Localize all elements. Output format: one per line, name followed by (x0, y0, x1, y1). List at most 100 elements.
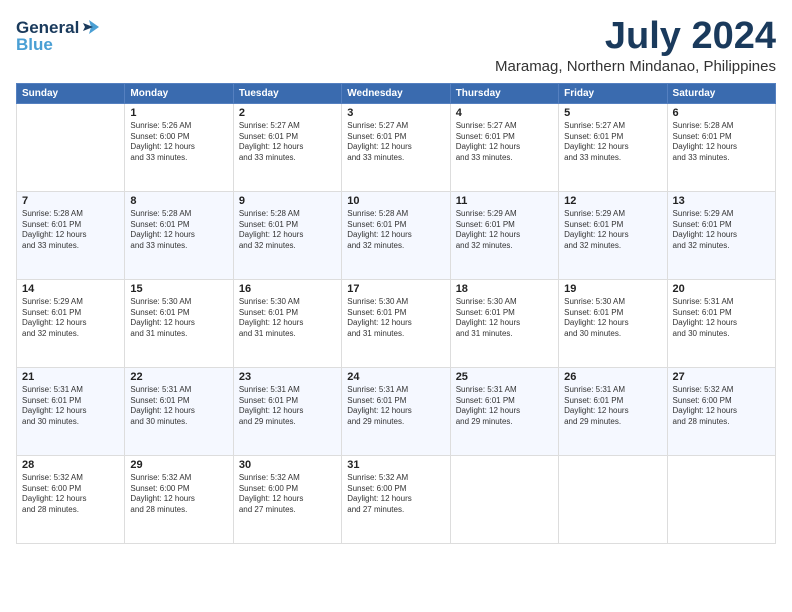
day-info: Sunrise: 5:29 AM Sunset: 6:01 PM Dayligh… (564, 209, 661, 252)
day-number: 28 (22, 459, 119, 471)
calendar-cell (17, 103, 125, 191)
day-number: 5 (564, 107, 661, 119)
calendar-cell: 1Sunrise: 5:26 AM Sunset: 6:00 PM Daylig… (125, 103, 233, 191)
day-number: 24 (347, 371, 444, 383)
day-info: Sunrise: 5:32 AM Sunset: 6:00 PM Dayligh… (239, 473, 336, 516)
location-title: Maramag, Northern Mindanao, Philippines (495, 58, 776, 75)
calendar-cell: 3 Sunrise: 5:27 AM Sunset: 6:01 PM Daylig… (342, 103, 450, 191)
calendar-cell: 17 Sunrise: 5:30 AM Sunset: 6:01 PM Dayli… (342, 279, 450, 367)
day-number: 17 (347, 283, 444, 295)
day-info: Sunrise: 5:27 AM Sunset: 6:01 PM Dayligh… (456, 121, 553, 164)
calendar-cell: 11 Sunrise: 5:29 AM Sunset: 6:01 PM Dayli… (450, 191, 558, 279)
calendar-cell: 10Sunrise: 5:28 AM Sunset: 6:01 PM Dayli… (342, 191, 450, 279)
logo-bird-icon (81, 16, 103, 38)
week-row-1: 1Sunrise: 5:26 AM Sunset: 6:00 PM Daylig… (17, 103, 776, 191)
day-number: 30 (239, 459, 336, 471)
day-info: Sunrise: 5:27 AM Sunset: 6:01 PM Dayligh… (239, 121, 336, 164)
day-info: Sunrise: 5:28 AM Sunset: 6:01 PM Dayligh… (673, 121, 770, 164)
day-info: Sunrise: 5:32 AM Sunset: 6:00 PM Dayligh… (130, 473, 227, 516)
calendar-cell: 31 Sunrise: 5:32 AM Sunset: 6:00 PM Dayli… (342, 455, 450, 543)
day-info: Sunrise: 5:31 AM Sunset: 6:01 PM Dayligh… (347, 385, 444, 428)
day-number: 6 (673, 107, 770, 119)
day-number: 7 (22, 195, 119, 207)
day-number: 31 (347, 459, 444, 471)
calendar-cell: 20Sunrise: 5:31 AM Sunset: 6:01 PM Dayli… (667, 279, 775, 367)
calendar-header-row: SundayMondayTuesdayWednesdayThursdayFrid… (17, 83, 776, 103)
week-row-3: 14Sunrise: 5:29 AM Sunset: 6:01 PM Dayli… (17, 279, 776, 367)
month-title: July 2024 (495, 16, 776, 58)
logo-blue: Blue (16, 36, 53, 53)
calendar-cell: 25 Sunrise: 5:31 AM Sunset: 6:01 PM Dayli… (450, 367, 558, 455)
day-info: Sunrise: 5:30 AM Sunset: 6:01 PM Dayligh… (130, 297, 227, 340)
col-header-friday: Friday (559, 83, 667, 103)
day-info: Sunrise: 5:31 AM Sunset: 6:01 PM Dayligh… (22, 385, 119, 428)
day-info: Sunrise: 5:30 AM Sunset: 6:01 PM Dayligh… (564, 297, 661, 340)
day-number: 18 (456, 283, 553, 295)
day-info: Sunrise: 5:29 AM Sunset: 6:01 PM Dayligh… (456, 209, 553, 252)
calendar-cell: 9Sunrise: 5:28 AM Sunset: 6:01 PM Daylig… (233, 191, 341, 279)
day-info: Sunrise: 5:30 AM Sunset: 6:01 PM Dayligh… (239, 297, 336, 340)
day-number: 23 (239, 371, 336, 383)
calendar-cell: 4 Sunrise: 5:27 AM Sunset: 6:01 PM Daylig… (450, 103, 558, 191)
calendar-cell: 29Sunrise: 5:32 AM Sunset: 6:00 PM Dayli… (125, 455, 233, 543)
day-number: 21 (22, 371, 119, 383)
calendar-cell: 5 Sunrise: 5:27 AM Sunset: 6:01 PM Daylig… (559, 103, 667, 191)
day-info: Sunrise: 5:29 AM Sunset: 6:01 PM Dayligh… (22, 297, 119, 340)
day-info: Sunrise: 5:28 AM Sunset: 6:01 PM Dayligh… (239, 209, 336, 252)
day-number: 4 (456, 107, 553, 119)
calendar-cell: 22 Sunrise: 5:31 AM Sunset: 6:01 PM Dayli… (125, 367, 233, 455)
calendar-cell: 19 Sunrise: 5:30 AM Sunset: 6:01 PM Dayli… (559, 279, 667, 367)
calendar-cell: 12 Sunrise: 5:29 AM Sunset: 6:01 PM Dayli… (559, 191, 667, 279)
calendar-cell (559, 455, 667, 543)
day-number: 25 (456, 371, 553, 383)
week-row-5: 28 Sunrise: 5:32 AM Sunset: 6:00 PM Dayli… (17, 455, 776, 543)
calendar-cell (667, 455, 775, 543)
col-header-saturday: Saturday (667, 83, 775, 103)
day-info: Sunrise: 5:27 AM Sunset: 6:01 PM Dayligh… (564, 121, 661, 164)
day-info: Sunrise: 5:30 AM Sunset: 6:01 PM Dayligh… (456, 297, 553, 340)
col-header-wednesday: Wednesday (342, 83, 450, 103)
calendar-cell: 14Sunrise: 5:29 AM Sunset: 6:01 PM Dayli… (17, 279, 125, 367)
calendar-cell: 23 Sunrise: 5:31 AM Sunset: 6:01 PM Dayli… (233, 367, 341, 455)
calendar-cell: 30 Sunrise: 5:32 AM Sunset: 6:00 PM Dayli… (233, 455, 341, 543)
day-info: Sunrise: 5:31 AM Sunset: 6:01 PM Dayligh… (456, 385, 553, 428)
col-header-sunday: Sunday (17, 83, 125, 103)
day-info: Sunrise: 5:28 AM Sunset: 6:01 PM Dayligh… (347, 209, 444, 252)
day-number: 11 (456, 195, 553, 207)
day-info: Sunrise: 5:32 AM Sunset: 6:00 PM Dayligh… (673, 385, 770, 428)
header: General Blue July 2024 Maramag, Northern… (16, 16, 776, 75)
day-info: Sunrise: 5:28 AM Sunset: 6:01 PM Dayligh… (22, 209, 119, 252)
calendar-cell: 24 Sunrise: 5:31 AM Sunset: 6:01 PM Dayli… (342, 367, 450, 455)
calendar-cell: 8 Sunrise: 5:28 AM Sunset: 6:01 PM Daylig… (125, 191, 233, 279)
col-header-tuesday: Tuesday (233, 83, 341, 103)
calendar-cell: 16Sunrise: 5:30 AM Sunset: 6:01 PM Dayli… (233, 279, 341, 367)
day-number: 20 (673, 283, 770, 295)
day-info: Sunrise: 5:31 AM Sunset: 6:01 PM Dayligh… (130, 385, 227, 428)
day-number: 1 (130, 107, 227, 119)
logo-general: General (16, 19, 79, 36)
day-info: Sunrise: 5:30 AM Sunset: 6:01 PM Dayligh… (347, 297, 444, 340)
day-info: Sunrise: 5:27 AM Sunset: 6:01 PM Dayligh… (347, 121, 444, 164)
calendar-cell: 7 Sunrise: 5:28 AM Sunset: 6:01 PM Daylig… (17, 191, 125, 279)
calendar-cell (450, 455, 558, 543)
title-block: July 2024 Maramag, Northern Mindanao, Ph… (495, 16, 776, 75)
day-info: Sunrise: 5:31 AM Sunset: 6:01 PM Dayligh… (239, 385, 336, 428)
col-header-thursday: Thursday (450, 83, 558, 103)
day-info: Sunrise: 5:32 AM Sunset: 6:00 PM Dayligh… (22, 473, 119, 516)
day-info: Sunrise: 5:31 AM Sunset: 6:01 PM Dayligh… (564, 385, 661, 428)
day-number: 26 (564, 371, 661, 383)
day-info: Sunrise: 5:28 AM Sunset: 6:01 PM Dayligh… (130, 209, 227, 252)
day-info: Sunrise: 5:32 AM Sunset: 6:00 PM Dayligh… (347, 473, 444, 516)
calendar-cell: 18 Sunrise: 5:30 AM Sunset: 6:01 PM Dayli… (450, 279, 558, 367)
day-number: 22 (130, 371, 227, 383)
day-number: 12 (564, 195, 661, 207)
day-number: 19 (564, 283, 661, 295)
day-number: 3 (347, 107, 444, 119)
calendar-cell: 26 Sunrise: 5:31 AM Sunset: 6:01 PM Dayli… (559, 367, 667, 455)
calendar-cell: 2 Sunrise: 5:27 AM Sunset: 6:01 PM Daylig… (233, 103, 341, 191)
page: General Blue July 2024 Maramag, Northern… (0, 0, 792, 612)
week-row-4: 21 Sunrise: 5:31 AM Sunset: 6:01 PM Dayli… (17, 367, 776, 455)
day-number: 2 (239, 107, 336, 119)
calendar-table: SundayMondayTuesdayWednesdayThursdayFrid… (16, 83, 776, 544)
day-number: 8 (130, 195, 227, 207)
